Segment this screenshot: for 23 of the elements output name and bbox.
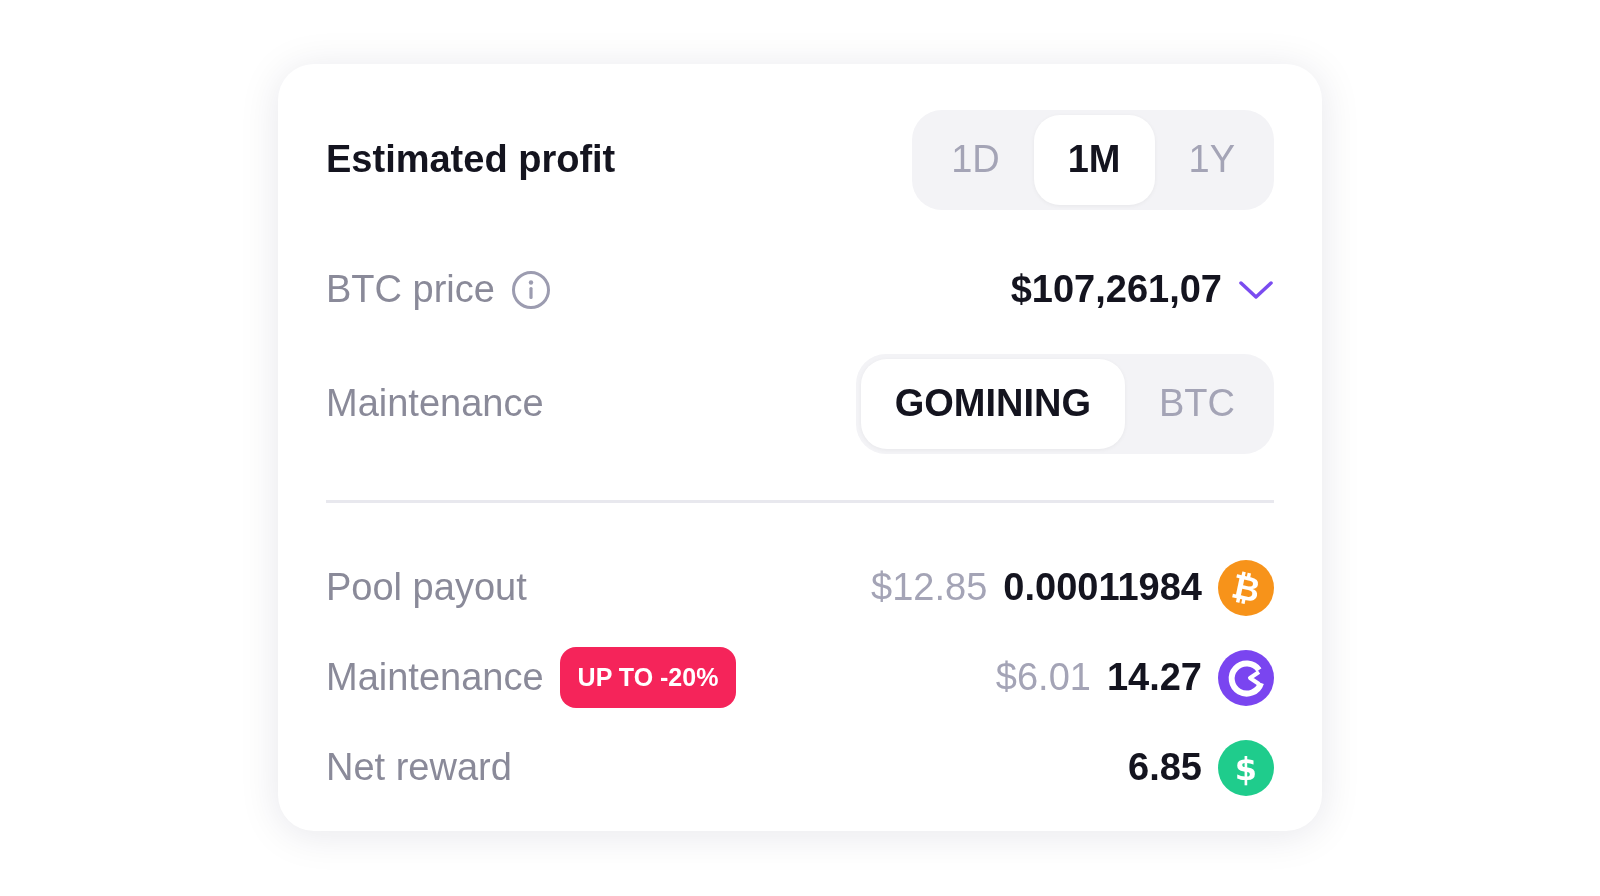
chevron-down-icon[interactable]: [1238, 279, 1274, 300]
row-label: Net reward: [326, 745, 512, 791]
amount-value: 14.27: [1106, 655, 1202, 701]
row-label: Maintenance: [326, 655, 544, 701]
usd-value: $12.85: [871, 565, 988, 611]
card-title: Estimated profit: [326, 137, 616, 183]
segment-tab[interactable]: BTC: [1125, 358, 1269, 449]
bitcoin-icon: ₿: [1218, 559, 1274, 616]
amount-value: 0.00011984: [1003, 565, 1202, 611]
row-label: BTC price: [326, 267, 495, 313]
segment-tab[interactable]: GOMINING: [860, 358, 1125, 449]
segment-tab[interactable]: 1M: [1033, 115, 1155, 205]
coin-icon: [1218, 649, 1274, 706]
usd-value: $6.01: [995, 655, 1091, 701]
dollar-icon: $: [1218, 739, 1274, 796]
row-label: Maintenance: [326, 381, 544, 427]
segment-tab[interactable]: 1D: [917, 115, 1034, 205]
price-value: $107,261,07: [1010, 267, 1222, 313]
segment-tab[interactable]: 1Y: [1154, 115, 1269, 205]
discount-badge: UP TO -20%: [559, 646, 737, 709]
row-label: Pool payout: [326, 565, 527, 611]
amount-value: 6.85: [1128, 745, 1202, 791]
info-icon[interactable]: [510, 269, 551, 310]
